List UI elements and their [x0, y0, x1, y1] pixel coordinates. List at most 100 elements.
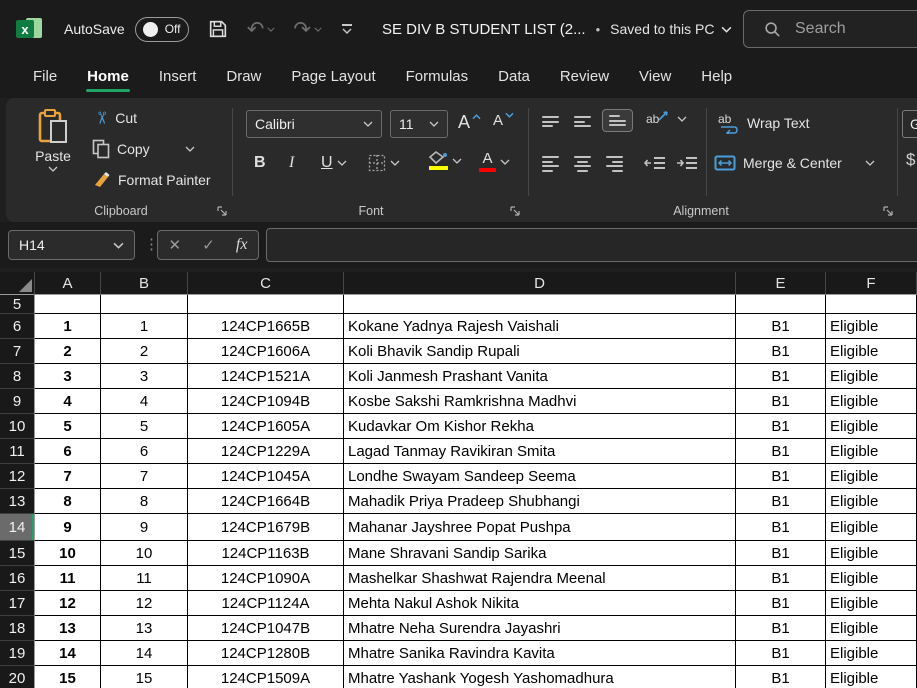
cell-eligibility[interactable]: Eligible — [826, 514, 917, 541]
row-header[interactable]: 16 — [0, 566, 35, 591]
column-header-E[interactable]: E — [736, 272, 826, 295]
font-color-button[interactable]: A — [479, 151, 510, 172]
cell-roll-no[interactable]: 11 — [101, 566, 188, 591]
row-header[interactable]: 19 — [0, 641, 35, 666]
cell-roll-no[interactable]: 7 — [101, 464, 188, 489]
font-name-select[interactable]: Calibri — [246, 110, 382, 138]
increase-indent-button[interactable] — [676, 156, 698, 172]
insert-function-button[interactable]: fx — [236, 236, 248, 254]
fill-color-button[interactable] — [428, 151, 462, 170]
cell-roll-no[interactable]: 12 — [101, 591, 188, 616]
cell[interactable] — [35, 295, 101, 314]
save-status-button[interactable]: Saved to this PC — [610, 21, 732, 37]
align-bottom-button[interactable] — [602, 109, 633, 132]
cell-student-name[interactable]: Mhatre Neha Surendra Jayashri — [344, 616, 736, 641]
row-header[interactable]: 7 — [0, 339, 35, 364]
ribbon-tab[interactable]: File — [20, 62, 70, 95]
paste-button[interactable]: Paste — [28, 108, 78, 194]
search-input[interactable]: Search — [743, 10, 917, 48]
ribbon-tab[interactable]: Review — [547, 62, 622, 95]
wrap-text-button[interactable]: ab Wrap Text — [718, 114, 810, 132]
cell-division[interactable]: B1 — [736, 616, 826, 641]
cell-serial-no[interactable]: 6 — [35, 439, 101, 464]
cell-roll-no[interactable]: 3 — [101, 364, 188, 389]
cell-serial-no[interactable]: 10 — [35, 541, 101, 566]
cell-eligibility[interactable]: Eligible — [826, 566, 917, 591]
cell-student-id[interactable]: 124CP1090A — [188, 566, 344, 591]
row-header[interactable]: 14 — [0, 514, 35, 541]
cell-student-id[interactable]: 124CP1679B — [188, 514, 344, 541]
cell-student-name[interactable]: Mashelkar Shashwat Rajendra Meenal — [344, 566, 736, 591]
cell-student-name[interactable]: Mahanar Jayshree Popat Pushpa — [344, 514, 736, 541]
column-header-A[interactable]: A — [35, 272, 101, 295]
cell-roll-no[interactable]: 8 — [101, 489, 188, 514]
column-header-B[interactable]: B — [101, 272, 188, 295]
align-right-button[interactable] — [606, 156, 623, 172]
cell-division[interactable]: B1 — [736, 414, 826, 439]
customize-toolbar-button[interactable] — [342, 24, 352, 34]
cell-eligibility[interactable]: Eligible — [826, 541, 917, 566]
cancel-button[interactable]: ✕ — [169, 236, 182, 254]
cell-student-id[interactable]: 124CP1509A — [188, 666, 344, 688]
cell-division[interactable]: B1 — [736, 541, 826, 566]
cell-eligibility[interactable]: Eligible — [826, 439, 917, 464]
cell-serial-no[interactable]: 11 — [35, 566, 101, 591]
row-header[interactable]: 9 — [0, 389, 35, 414]
row-header[interactable]: 17 — [0, 591, 35, 616]
row-header[interactable]: 12 — [0, 464, 35, 489]
cell-serial-no[interactable]: 2 — [35, 339, 101, 364]
cell-roll-no[interactable]: 14 — [101, 641, 188, 666]
underline-button[interactable]: U — [321, 154, 347, 172]
cell-division[interactable]: B1 — [736, 566, 826, 591]
row-header[interactable]: 18 — [0, 616, 35, 641]
cell-student-name[interactable]: Mhatre Sanika Ravindra Kavita — [344, 641, 736, 666]
ribbon-tab[interactable]: Page Layout — [278, 62, 388, 95]
cell-serial-no[interactable]: 9 — [35, 514, 101, 541]
cell-student-id[interactable]: 124CP1124A — [188, 591, 344, 616]
cell-student-id[interactable]: 124CP1606A — [188, 339, 344, 364]
ribbon-tab[interactable]: Data — [485, 62, 543, 95]
cell[interactable] — [188, 295, 344, 314]
save-button[interactable] — [207, 18, 229, 40]
cell-student-name[interactable]: Mhatre Yashank Yogesh Yashomadhura — [344, 666, 736, 688]
cell-student-id[interactable]: 124CP1280B — [188, 641, 344, 666]
row-header[interactable]: 10 — [0, 414, 35, 439]
cell-student-name[interactable]: Mehta Nakul Ashok Nikita — [344, 591, 736, 616]
orientation-button[interactable]: ab — [646, 112, 687, 126]
cell-roll-no[interactable]: 2 — [101, 339, 188, 364]
row-header[interactable]: 20 — [0, 666, 35, 688]
cell-eligibility[interactable]: Eligible — [826, 616, 917, 641]
cell-division[interactable]: B1 — [736, 464, 826, 489]
cell-division[interactable]: B1 — [736, 514, 826, 541]
cell-serial-no[interactable]: 12 — [35, 591, 101, 616]
cell-student-id[interactable]: 124CP1045A — [188, 464, 344, 489]
decrease-indent-button[interactable] — [644, 156, 666, 172]
clipboard-dialog-launcher[interactable] — [216, 205, 228, 217]
row-header[interactable]: 6 — [0, 314, 35, 339]
cell-student-name[interactable]: Londhe Swayam Sandeep Seema — [344, 464, 736, 489]
cut-button[interactable]: ✂ Cut — [94, 108, 137, 128]
cell-eligibility[interactable]: Eligible — [826, 591, 917, 616]
cell-student-id[interactable]: 124CP1094B — [188, 389, 344, 414]
cell-roll-no[interactable]: 5 — [101, 414, 188, 439]
ribbon-tab[interactable]: View — [626, 62, 684, 95]
ribbon-tab[interactable]: Draw — [213, 62, 274, 95]
alignment-dialog-launcher[interactable] — [882, 205, 894, 217]
row-header[interactable]: 8 — [0, 364, 35, 389]
cell-roll-no[interactable]: 9 — [101, 514, 188, 541]
cell-roll-no[interactable]: 4 — [101, 389, 188, 414]
cell-student-name[interactable]: Kudavkar Om Kishor Rekha — [344, 414, 736, 439]
increase-font-size-button[interactable]: A — [458, 112, 481, 133]
cell-roll-no[interactable]: 6 — [101, 439, 188, 464]
copy-button[interactable]: Copy — [92, 139, 195, 159]
cell-roll-no[interactable]: 1 — [101, 314, 188, 339]
row-header[interactable]: 5 — [0, 295, 35, 314]
cell-eligibility[interactable]: Eligible — [826, 464, 917, 489]
select-all-button[interactable] — [0, 272, 35, 295]
cell-eligibility[interactable]: Eligible — [826, 414, 917, 439]
name-box[interactable]: H14 — [8, 230, 135, 260]
cell-student-id[interactable]: 124CP1664B — [188, 489, 344, 514]
decrease-font-size-button[interactable]: A — [493, 112, 514, 129]
cell-eligibility[interactable]: Eligible — [826, 489, 917, 514]
cell-student-name[interactable]: Mane Shravani Sandip Sarika — [344, 541, 736, 566]
